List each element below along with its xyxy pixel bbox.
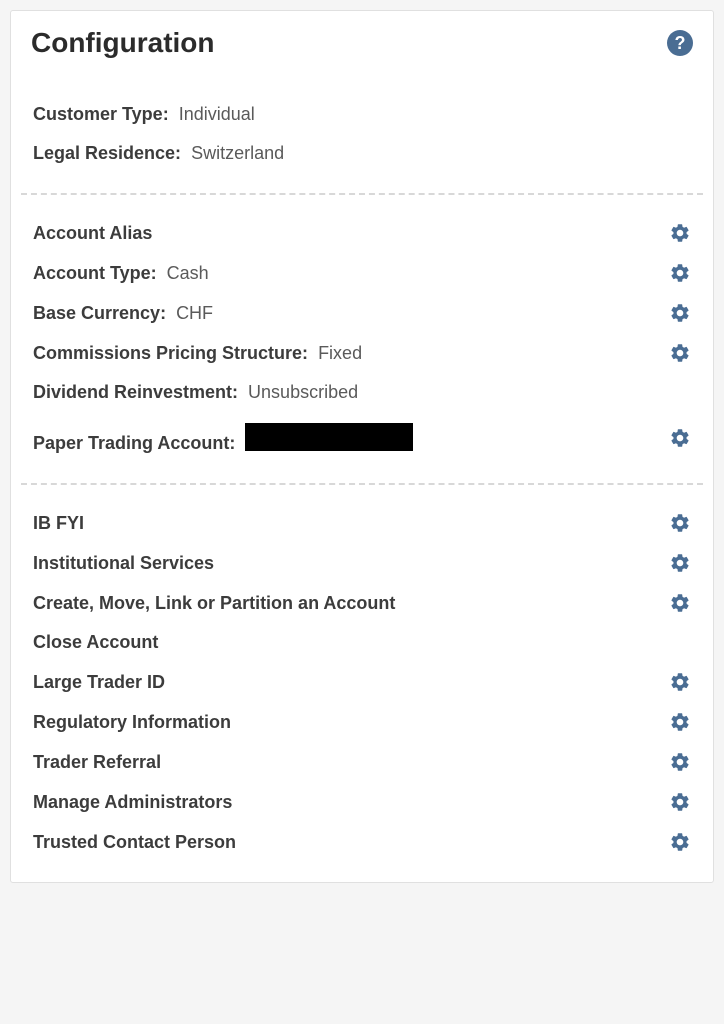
- setting-value: Unsubscribed: [248, 382, 358, 403]
- gear-icon[interactable]: [669, 592, 691, 614]
- link-row-trader-referral: Trader Referral: [33, 742, 691, 782]
- gear-icon[interactable]: [669, 711, 691, 733]
- link-label[interactable]: Large Trader ID: [33, 672, 165, 693]
- link-row-large-trader-id: Large Trader ID: [33, 662, 691, 702]
- setting-label: Base Currency:: [33, 303, 166, 324]
- gear-icon[interactable]: [669, 302, 691, 324]
- gear-icon[interactable]: [669, 552, 691, 574]
- link-label[interactable]: Institutional Services: [33, 553, 214, 574]
- customer-type-value: Individual: [179, 104, 255, 125]
- setting-value: Cash: [167, 263, 209, 284]
- gear-icon[interactable]: [669, 262, 691, 284]
- panel-title: Configuration: [31, 27, 215, 59]
- setting-label: Account Type:: [33, 263, 157, 284]
- legal-residence-row: Legal Residence: Switzerland: [33, 134, 691, 173]
- setting-row-account-type: Account Type: Cash: [33, 253, 691, 293]
- setting-row-commissions-pricing-structure: Commissions Pricing Structure: Fixed: [33, 333, 691, 373]
- redacted-value: [245, 423, 413, 451]
- link-row-trusted-contact-person: Trusted Contact Person: [33, 822, 691, 862]
- gear-icon[interactable]: [669, 831, 691, 853]
- setting-label: Commissions Pricing Structure:: [33, 343, 308, 364]
- link-row-create-move-link-or-partition-an-account: Create, Move, Link or Partition an Accou…: [33, 583, 691, 623]
- link-label[interactable]: IB FYI: [33, 513, 84, 534]
- panel-header: Configuration ?: [11, 11, 713, 77]
- links-section: IB FYI Institutional Services Create, Move…: [11, 485, 713, 882]
- link-row-manage-administrators: Manage Administrators: [33, 782, 691, 822]
- setting-row-paper-trading-account: Paper Trading Account:: [33, 412, 691, 463]
- setting-label: Dividend Reinvestment:: [33, 382, 238, 403]
- link-row-ib-fyi: IB FYI: [33, 503, 691, 543]
- help-icon[interactable]: ?: [667, 30, 693, 56]
- settings-section: Account AliasAccount Type:CashBase Curre…: [11, 195, 713, 483]
- setting-value: CHF: [176, 303, 213, 324]
- customer-type-label: Customer Type:: [33, 104, 169, 125]
- customer-type-row: Customer Type: Individual: [33, 95, 691, 134]
- gear-icon[interactable]: [669, 671, 691, 693]
- link-label[interactable]: Manage Administrators: [33, 792, 232, 813]
- link-row-regulatory-information: Regulatory Information: [33, 702, 691, 742]
- gear-icon[interactable]: [669, 342, 691, 364]
- gear-icon[interactable]: [669, 222, 691, 244]
- link-row-close-account: Close Account: [33, 623, 691, 662]
- link-label[interactable]: Trader Referral: [33, 752, 161, 773]
- setting-row-account-alias: Account Alias: [33, 213, 691, 253]
- setting-label: Paper Trading Account:: [33, 433, 235, 454]
- setting-label: Account Alias: [33, 223, 152, 244]
- legal-residence-value: Switzerland: [191, 143, 284, 164]
- link-label[interactable]: Regulatory Information: [33, 712, 231, 733]
- link-row-institutional-services: Institutional Services: [33, 543, 691, 583]
- link-label[interactable]: Create, Move, Link or Partition an Accou…: [33, 593, 395, 614]
- gear-icon[interactable]: [669, 791, 691, 813]
- gear-icon[interactable]: [669, 427, 691, 449]
- legal-residence-label: Legal Residence:: [33, 143, 181, 164]
- setting-row-dividend-reinvestment: Dividend Reinvestment: Unsubscribed: [33, 373, 691, 412]
- info-section: Customer Type: Individual Legal Residenc…: [11, 77, 713, 193]
- gear-icon[interactable]: [669, 751, 691, 773]
- setting-row-base-currency: Base Currency: CHF: [33, 293, 691, 333]
- link-label[interactable]: Trusted Contact Person: [33, 832, 236, 853]
- link-label[interactable]: Close Account: [33, 632, 158, 653]
- configuration-panel: Configuration ? Customer Type: Individua…: [10, 10, 714, 883]
- gear-icon[interactable]: [669, 512, 691, 534]
- setting-value: Fixed: [318, 343, 362, 364]
